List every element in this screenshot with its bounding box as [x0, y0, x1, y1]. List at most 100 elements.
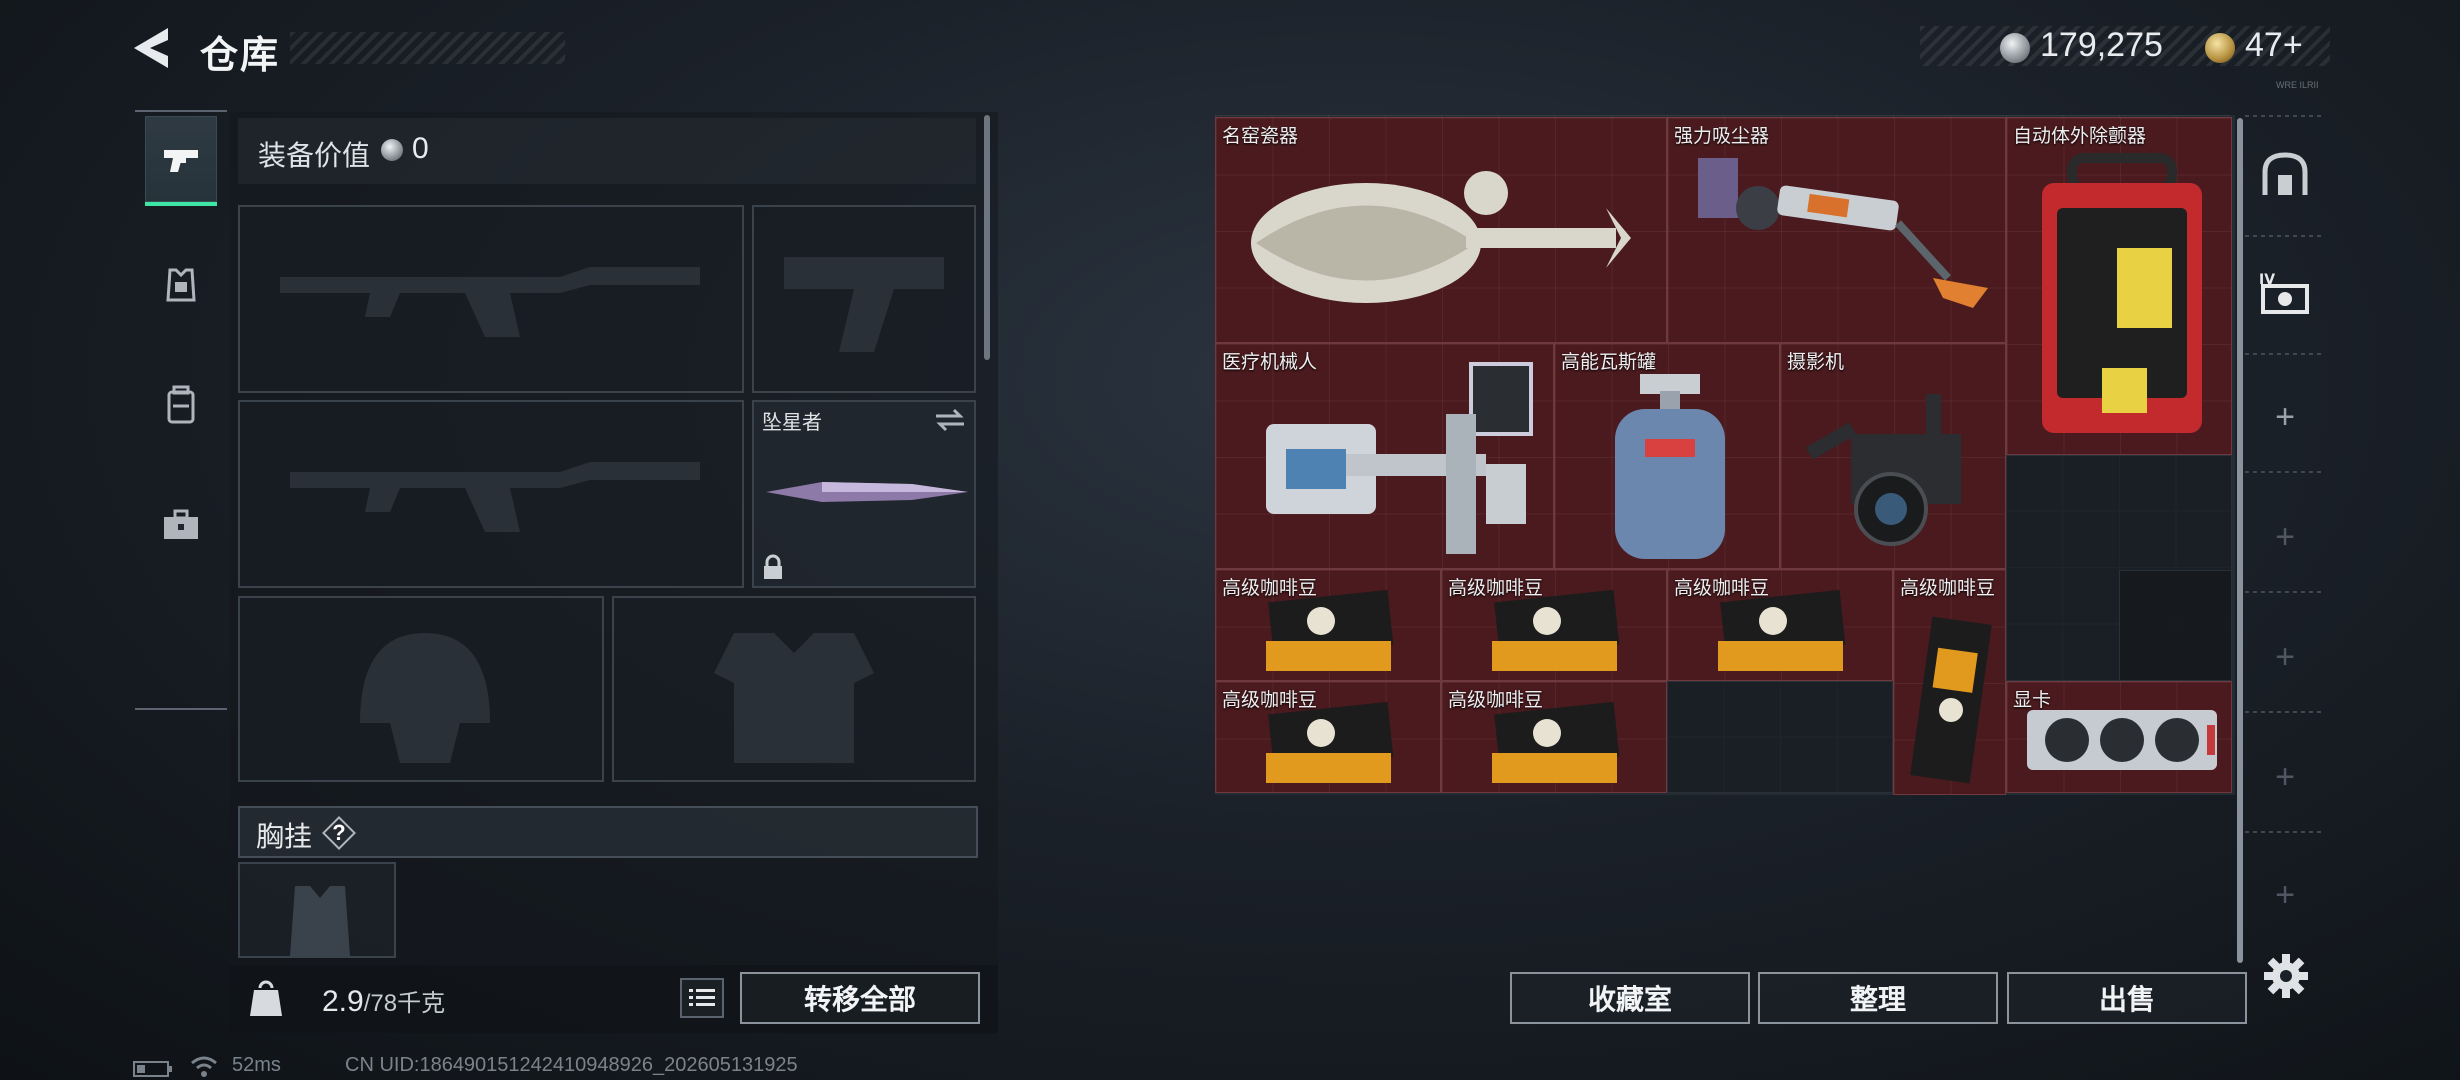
throwing-knife-icon: [766, 482, 968, 502]
helmet-slot[interactable]: [238, 596, 604, 782]
back-arrow-icon[interactable]: [130, 26, 180, 70]
pistol-icon: [164, 150, 198, 172]
backpack-icon: [167, 385, 195, 424]
collection-room-button[interactable]: 收藏室: [1510, 972, 1750, 1024]
help-icon[interactable]: ?: [322, 816, 356, 850]
add-stash-tab[interactable]: +: [2255, 507, 2315, 567]
secondary-weapon-slot[interactable]: [238, 400, 744, 588]
tab-backpack[interactable]: [145, 360, 217, 450]
empty-stash-cell[interactable]: [2119, 570, 2232, 681]
value-coin-icon: [381, 139, 403, 161]
gas-tank-icon: [1615, 374, 1725, 559]
chest-rig-slot[interactable]: [238, 862, 396, 958]
gold-coin-icon: [2205, 33, 2235, 63]
stash-iv-icon: IV: [2259, 272, 2309, 314]
tab-weapons[interactable]: [145, 116, 217, 206]
equipment-value: 0: [412, 132, 429, 165]
page-title: 仓库: [200, 35, 281, 77]
sort-button[interactable]: 整理: [1758, 972, 1998, 1024]
add-stash-tab[interactable]: +: [2255, 865, 2315, 925]
rifle-silhouette-icon: [280, 267, 700, 337]
weight-kg-icon: [250, 980, 282, 1016]
sell-button[interactable]: 出售: [2007, 972, 2247, 1024]
toolbox-icon: [164, 509, 198, 539]
coffee-bag-icon: [1718, 589, 1846, 671]
weight-max: /78千克: [363, 990, 446, 1017]
pistol-silhouette-icon: [784, 257, 944, 352]
list-view-button[interactable]: [680, 978, 724, 1018]
equipment-value-label: 装备价值: [258, 140, 371, 171]
stash-item-vase[interactable]: 名窑瓷器: [1215, 117, 1667, 343]
loadout-scrollbar[interactable]: [984, 115, 990, 360]
plus-icon: +: [2275, 875, 2295, 914]
chest-rig-silhouette-icon: [290, 886, 350, 956]
coffee-bag-icon: [1910, 616, 1992, 784]
defibrillator-icon: [2042, 153, 2202, 433]
plus-icon: +: [2275, 397, 2295, 436]
stash-side-tabs: IV + + + + +: [2245, 115, 2325, 965]
armor-icon: [166, 268, 196, 302]
plus-icon: +: [2275, 517, 2295, 556]
tab-toolbox[interactable]: [145, 480, 217, 570]
body-armor-slot[interactable]: [612, 596, 976, 782]
primary-weapon-slot[interactable]: [238, 205, 744, 393]
coffee-bag-icon: [1266, 701, 1394, 783]
coffee-bag-icon: [1492, 589, 1620, 671]
battery-icon: [133, 1061, 172, 1077]
weight-current: 2.9: [322, 985, 364, 1018]
medical-robot-icon: [1266, 362, 1533, 554]
list-icon: [689, 989, 715, 1006]
plus-icon: +: [2275, 637, 2295, 676]
transfer-all-button[interactable]: 转移全部: [740, 972, 980, 1024]
tiny-code: WRE ILRII: [2276, 80, 2319, 90]
lock-icon: [764, 554, 782, 579]
swap-icon[interactable]: [934, 408, 966, 432]
vacuum-icon: [1698, 158, 1988, 308]
ping-text: 52ms: [232, 1054, 281, 1076]
video-camera-icon: [1805, 394, 1961, 546]
stash-item-aed[interactable]: 自动体外除颤器: [2006, 117, 2232, 455]
stash-item-gpu[interactable]: 显卡: [2006, 681, 2232, 793]
stash-item-coffee[interactable]: 高级咖啡豆: [1215, 681, 1441, 793]
stash-item-medical-robot[interactable]: 医疗机械人: [1215, 343, 1554, 569]
stash-items: 名窑瓷器 强力吸尘器 自动体外除颤器 医疗机械人 高能瓦斯罐 摄影机 高级咖啡豆…: [1215, 115, 2235, 795]
stash-item-gas-tank[interactable]: 高能瓦斯罐: [1554, 343, 1780, 569]
item-name: 摄影机: [1787, 352, 1845, 373]
gear-icon[interactable]: [2262, 952, 2310, 1000]
stash-item-camera[interactable]: 摄影机: [1780, 343, 2006, 569]
stash-scrollbar[interactable]: [2237, 118, 2243, 963]
melee-slot-title: 坠星者: [762, 412, 822, 434]
stash-item-coffee[interactable]: 高级咖啡豆: [1441, 569, 1667, 681]
title-stripe-decoration: [290, 32, 565, 64]
graphics-card-icon: [2027, 710, 2217, 770]
stash-item-coffee[interactable]: 高级咖啡豆: [1893, 569, 2006, 795]
premium-amount[interactable]: 47+: [2245, 26, 2303, 65]
stash-item-vacuum[interactable]: 强力吸尘器: [1667, 117, 2006, 343]
coffee-bag-icon: [1266, 589, 1394, 671]
vest-silhouette-icon: [714, 633, 874, 763]
category-tabs: [135, 110, 227, 710]
item-name: 强力吸尘器: [1674, 126, 1770, 147]
safehouse-icon: [2262, 152, 2308, 195]
tab-armor[interactable]: [145, 240, 217, 330]
tab-stash-iv[interactable]: IV: [2255, 263, 2315, 323]
vase-icon: [1251, 171, 1631, 303]
add-stash-tab[interactable]: +: [2255, 387, 2315, 447]
stash-item-coffee[interactable]: 高级咖啡豆: [1441, 681, 1667, 793]
rifle-silhouette-icon: [290, 462, 700, 532]
item-name: 高级咖啡豆: [1900, 578, 1996, 599]
add-stash-tab[interactable]: +: [2255, 747, 2315, 807]
item-name: 自动体外除颤器: [2013, 126, 2147, 147]
melee-slot[interactable]: 坠星者: [752, 400, 976, 588]
plus-icon: +: [2275, 757, 2295, 796]
add-stash-tab[interactable]: +: [2255, 627, 2315, 687]
weight-display: 2.9/78千克: [322, 983, 445, 1019]
pistol-slot[interactable]: [752, 205, 976, 393]
stash-item-coffee[interactable]: 高级咖啡豆: [1215, 569, 1441, 681]
tab-safehouse[interactable]: [2255, 145, 2315, 205]
helmet-silhouette-icon: [360, 633, 490, 763]
uid-text: CN UID:1864901512424109489​26_2026051319…: [345, 1054, 798, 1076]
silver-coin-icon: [2000, 33, 2030, 63]
empty-stash-cell[interactable]: [1667, 681, 1893, 793]
stash-item-coffee[interactable]: 高级咖啡豆: [1667, 569, 1893, 681]
